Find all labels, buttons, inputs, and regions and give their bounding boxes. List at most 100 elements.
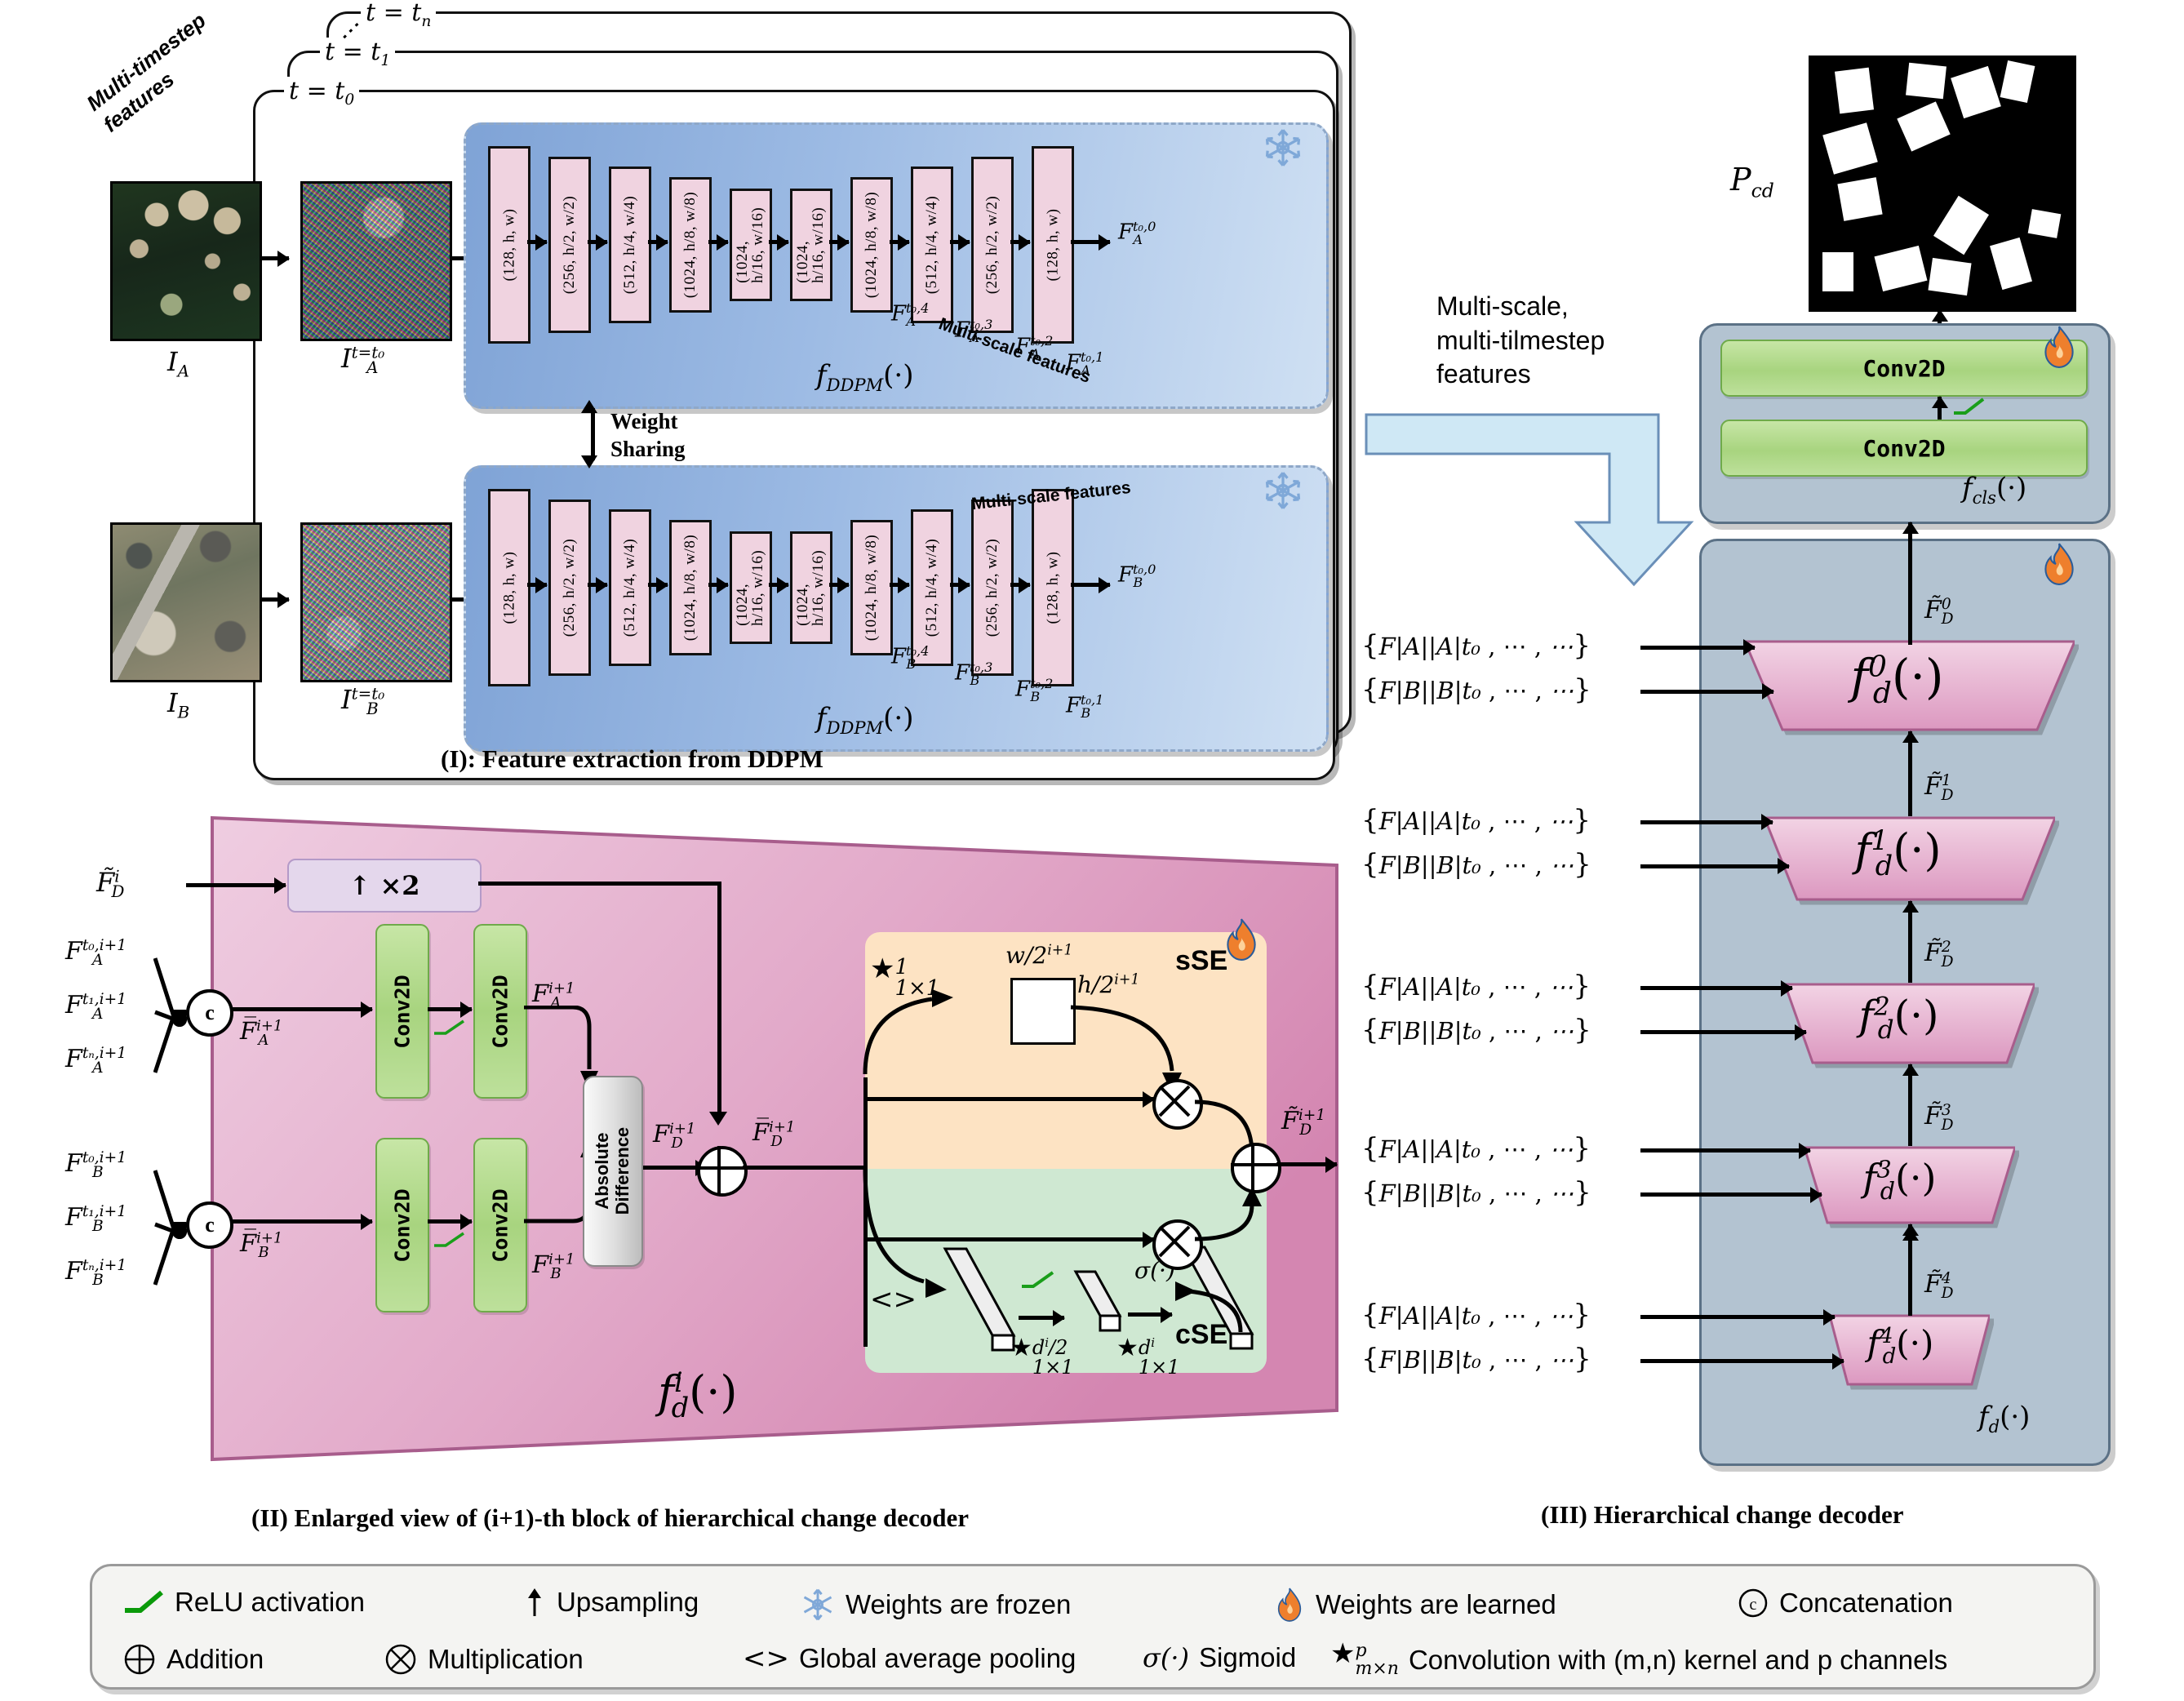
decoder-input-1-a: {F|A||A|t₀ , ⋯ , ⋯} [1361, 803, 1591, 837]
weight-sharing-label: Weight Sharing [610, 409, 686, 461]
encoder-block-label: (512, h/4, w/4) [923, 538, 940, 637]
decoder-input-2-b: {F|B||B|t₀ , ⋯ , ⋯} [1361, 1014, 1591, 1046]
feature-label-b-4: Ft₀,0B [1118, 562, 1156, 590]
conv2d-a-1: Conv2D [375, 924, 429, 1099]
arrow-conv-b1-to-b2 [428, 1219, 472, 1224]
flame-icon [1273, 1587, 1306, 1623]
relu-icon-fcls [1954, 397, 1985, 415]
cse-conv3-to-multiply [1175, 1281, 1243, 1333]
legend-item-snowflake: Weights are frozen [800, 1587, 1071, 1623]
decoder-input-arrow-2-b [1640, 1030, 1806, 1034]
arrow-ib-to-noisy [260, 597, 289, 602]
fdbar-out-label: F̅i+1D [752, 1118, 796, 1150]
feature-label-b-3: Ft₀,1B [1066, 692, 1104, 721]
cse-conv1-symbol: ★ di/2 1×1 [1010, 1334, 1074, 1379]
legend-item-oplus: Addition [122, 1642, 264, 1677]
concat-circle-b: c [186, 1201, 233, 1249]
encoder-arrow-b-4 [769, 583, 788, 587]
decoder-flow-arrow-2 [1908, 1064, 1912, 1146]
legend-item-sigma: σ(·) Sigmoid [1143, 1642, 1296, 1673]
encoder-block-a-2: (512, h/4, w/4) [609, 167, 651, 323]
encoder-block-label: (1024, h/8, w/8) [681, 534, 699, 642]
decoder-output-arrow [1908, 522, 1912, 645]
oplus-icon [122, 1642, 157, 1677]
fd-panel-label: fd(·) [1978, 1401, 2031, 1437]
decoder-block-label-0: f0d(·) [1850, 648, 1944, 711]
decoder-input-arrow-2-a [1640, 986, 1792, 990]
sse-label: sSE [1175, 945, 1228, 976]
timestep-label-t0: t = t0 [284, 77, 360, 109]
bridge-arrow-icon [1365, 413, 1694, 587]
encoder-block-a-9: (128, h, w) [1032, 146, 1074, 344]
fd-out-label: Fi+1D [653, 1120, 696, 1152]
concat-circle-icon: c [1737, 1587, 1769, 1619]
encoder-block-a-4: (1024, h/16, w/16) [730, 189, 772, 301]
cse-conv2-symbol: ★ di 1×1 [1116, 1334, 1180, 1379]
arrow-cse-2-to-3 [1128, 1312, 1172, 1317]
legend-item-otimes: Multiplication [384, 1642, 584, 1677]
encoder-arrow-a-2 [648, 240, 668, 244]
sse-width-label: w/2i+1 [1005, 942, 1073, 969]
encoder-block-label: (1024, h/8, w/8) [863, 191, 880, 299]
upsample-arrowhead [709, 1112, 727, 1126]
encoder-block-label: (128, h, w) [1044, 551, 1062, 624]
input-image-a-label: IA [167, 346, 189, 381]
encoder-block-label: (256, h/2, w/2) [983, 538, 1001, 637]
decoder-input-arrow-1-a [1640, 819, 1773, 824]
encoder-block-label: (128, h, w) [500, 208, 518, 282]
decoder-input-4-a: {F|A||A|t₀ , ⋯ , ⋯} [1361, 1299, 1591, 1332]
snowflake-icon [800, 1587, 836, 1623]
encoder-arrow-b-5 [829, 583, 849, 587]
upsample-to-add-line [478, 882, 721, 886]
flame-icon-decoder [2039, 542, 2080, 590]
encoder-block-label: (1024, h/16, w/16) [794, 549, 828, 626]
encoder-output-arrow-b [1071, 583, 1110, 587]
decoder-input-arrow-3-b [1640, 1192, 1822, 1197]
cse-identity-line [867, 1237, 1154, 1241]
encoder-block-label: (512, h/4, w/4) [923, 195, 940, 295]
ddpm-function-label-b: fDDPM(·) [816, 702, 914, 738]
weight-sharing-line [591, 408, 595, 460]
encoder-output-arrow-a [1071, 240, 1110, 244]
panel2-input-a-2: Ftₙ,i+1A [65, 1045, 127, 1077]
sse-curve-to-square [863, 989, 953, 1075]
arrow-final-out [1276, 1162, 1337, 1166]
decoder-input-2-a: {F|A||A|t₀ , ⋯ , ⋯} [1361, 970, 1591, 1002]
concat-circle-a: c [186, 989, 233, 1037]
legend-label: Sigmoid [1198, 1642, 1297, 1672]
ftilde-out-label: F̃i+1D [1281, 1107, 1326, 1139]
encoder-arrow-a-5 [829, 240, 849, 244]
legend-item-flame: Weights are learned [1273, 1587, 1556, 1623]
encoder-arrow-a-7 [950, 240, 970, 244]
encoder-arrow-a-0 [527, 240, 547, 244]
relu-icon-a [434, 1019, 464, 1035]
encoder-block-a-1: (256, h/2, w/2) [548, 157, 591, 333]
arrow-concat-a-to-conv [232, 1007, 372, 1011]
feature-label-a-0: Ft₀,4A [891, 300, 930, 329]
input-fd-tilde-label: F̃iD [96, 867, 125, 902]
sse-spatial-map [1010, 978, 1076, 1045]
cse-vector-2 [1073, 1270, 1122, 1332]
legend-label: Global average pooling [798, 1643, 1076, 1673]
arrow-conv-bottom-to-top [1938, 397, 1942, 420]
legend-item-star-conv: ★ p m×n Convolution with (m,n) kernel and p… [1330, 1640, 1947, 1678]
decoder-feature-label-4: F̃4D [1924, 1270, 1954, 1302]
encoder-block-label: (512, h/4, w/4) [621, 195, 638, 295]
addition-circle-1-vbar [717, 1146, 721, 1193]
encoder-block-label: (128, h, w) [500, 551, 518, 624]
fdbar-trunk-line [743, 1166, 867, 1170]
ddpm-function-label-a: fDDPM(·) [816, 359, 914, 395]
legend-label: Weights are learned [1316, 1589, 1556, 1619]
decoder-input-0-b: {F|B||B|t₀ , ⋯ , ⋯} [1361, 673, 1591, 706]
snowflake-icon-a [1262, 127, 1304, 173]
encoder-block-b-6: (1024, h/8, w/8) [850, 520, 893, 655]
svg-text:c: c [1750, 1596, 1757, 1614]
arrow-ia-to-noisy [260, 256, 289, 260]
encoder-block-label: (1024, h/8, w/8) [863, 534, 880, 642]
encoder-arrow-b-6 [890, 583, 909, 587]
encoder-block-b-5: (1024, h/16, w/16) [790, 531, 832, 644]
encoder-block-label: (1024, h/8, w/8) [681, 191, 699, 299]
weight-sharing-arrow-up [581, 400, 597, 413]
relu-icon-cse [1022, 1271, 1054, 1288]
input-image-b-label: IB [167, 687, 190, 722]
